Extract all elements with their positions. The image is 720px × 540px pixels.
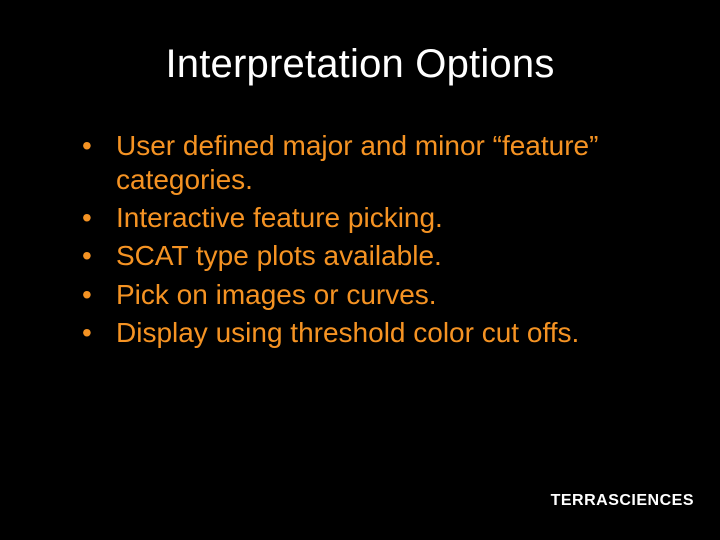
list-item: SCAT type plots available. bbox=[78, 239, 670, 273]
list-item: User defined major and minor “feature” c… bbox=[78, 129, 670, 197]
footer-company: TERRASCIENCES bbox=[551, 492, 694, 510]
slide: Interpretation Options User defined majo… bbox=[0, 0, 720, 540]
bullet-list: User defined major and minor “feature” c… bbox=[0, 129, 720, 350]
list-item: Display using threshold color cut offs. bbox=[78, 316, 670, 350]
slide-title: Interpretation Options bbox=[0, 0, 720, 87]
list-item: Pick on images or curves. bbox=[78, 278, 670, 312]
list-item: Interactive feature picking. bbox=[78, 201, 670, 235]
